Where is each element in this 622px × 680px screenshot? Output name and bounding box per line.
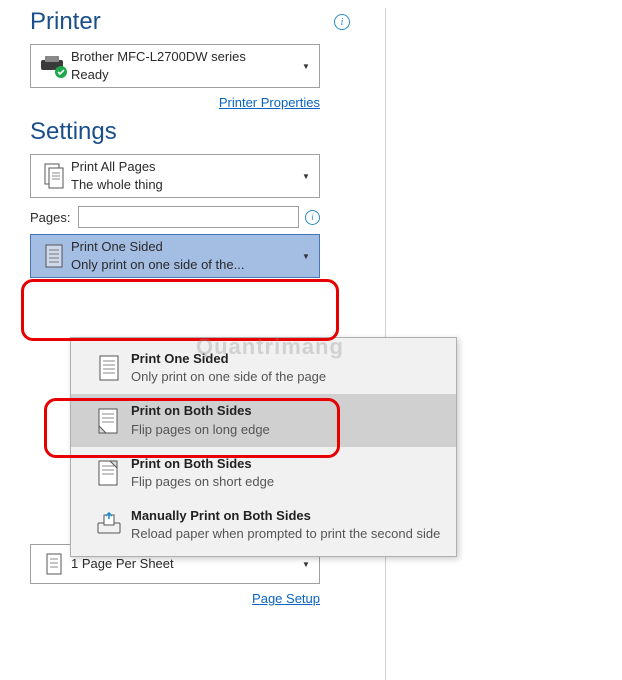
pages-label: Pages: <box>30 210 70 225</box>
option-title: Manually Print on Both Sides <box>131 507 444 525</box>
print-range-sub: The whole thing <box>71 176 299 194</box>
printer-heading-text: Printer <box>30 8 101 36</box>
dropdown-caret-icon: ▼ <box>299 62 313 71</box>
duplex-title: Print One Sided <box>71 238 299 256</box>
duplex-option-both-long-edge[interactable]: Print on Both Sides Flip pages on long e… <box>71 394 456 446</box>
dropdown-caret-icon: ▼ <box>299 172 313 181</box>
page-single-icon <box>87 353 131 383</box>
duplex-option-one-sided[interactable]: Print One Sided Only print on one side o… <box>71 342 456 394</box>
printer-name: Brother MFC-L2700DW series <box>71 48 299 66</box>
pages-input[interactable] <box>78 206 299 228</box>
page-setup-link[interactable]: Page Setup <box>252 591 320 606</box>
pages-per-sheet-title: 1 Page Per Sheet <box>71 555 299 573</box>
printer-manual-icon <box>87 511 131 539</box>
print-range-selector[interactable]: Print All Pages The whole thing ▼ <box>30 154 320 198</box>
printer-selector[interactable]: Brother MFC-L2700DW series Ready ▼ <box>30 44 320 88</box>
duplex-option-both-short-edge[interactable]: Print on Both Sides Flip pages on short … <box>71 447 456 499</box>
option-sub: Flip pages on short edge <box>131 473 444 491</box>
dropdown-caret-icon: ▼ <box>299 560 313 569</box>
option-sub: Reload paper when prompted to print the … <box>131 525 444 543</box>
page-flip-short-icon <box>87 458 131 488</box>
duplex-selector[interactable]: Print One Sided Only print on one side o… <box>30 234 320 278</box>
option-title: Print on Both Sides <box>131 455 444 473</box>
duplex-option-manual[interactable]: Manually Print on Both Sides Reload pape… <box>71 499 456 551</box>
duplex-dropdown-panel: Print One Sided Only print on one side o… <box>70 337 457 557</box>
option-sub: Only print on one side of the page <box>131 368 444 386</box>
print-range-title: Print All Pages <box>71 158 299 176</box>
option-title: Print on Both Sides <box>131 402 444 420</box>
settings-heading-text: Settings <box>30 118 117 146</box>
printer-status: Ready <box>71 66 299 84</box>
page-flip-long-icon <box>87 406 131 436</box>
option-sub: Flip pages on long edge <box>131 421 444 439</box>
printer-properties-link[interactable]: Printer Properties <box>219 95 320 110</box>
dropdown-caret-icon: ▼ <box>299 252 313 261</box>
settings-heading: Settings <box>30 118 390 146</box>
option-title: Print One Sided <box>131 350 444 368</box>
page-single-icon <box>37 242 71 270</box>
printer-heading: Printer i <box>30 8 390 36</box>
page-icon <box>37 551 71 577</box>
pages-stack-icon <box>37 162 71 190</box>
duplex-sub: Only print on one side of the... <box>71 256 299 274</box>
info-icon[interactable]: i <box>334 14 350 30</box>
printer-icon <box>37 54 71 78</box>
info-icon[interactable]: i <box>305 210 320 225</box>
